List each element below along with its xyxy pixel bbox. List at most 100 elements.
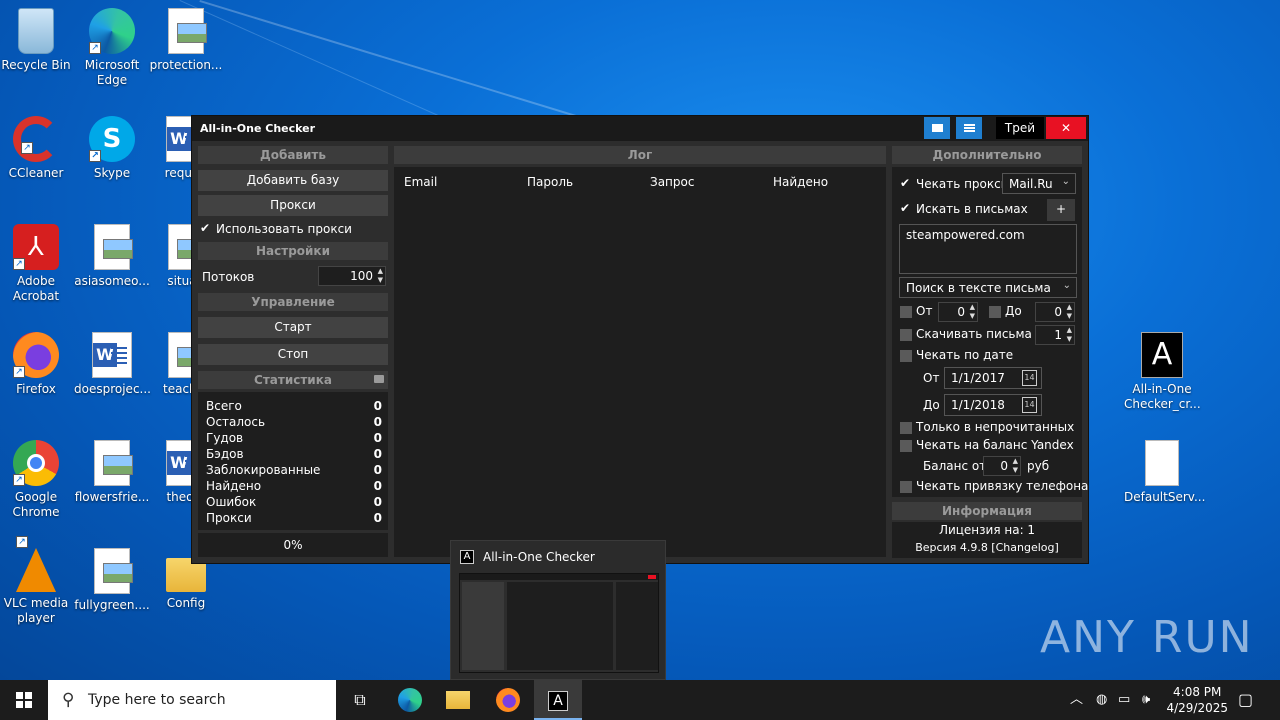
start-button[interactable]: Старт: [198, 317, 388, 338]
add-search-button[interactable]: +: [1047, 199, 1075, 221]
tray-network-vpn[interactable]: ◍: [1096, 680, 1107, 720]
stat-row: Гудов 0: [206, 431, 382, 445]
desktop-icon-google-chrome[interactable]: ↗ Google Chrome: [0, 440, 74, 520]
taskbar-clock[interactable]: 4:08 PM 4/29/2025: [1166, 684, 1228, 716]
log-table[interactable]: Email Пароль Запрос Найдено: [394, 167, 886, 557]
start-button[interactable]: [0, 680, 48, 720]
download-letters-label: Скачивать письма: [916, 327, 1032, 341]
search-letters-label: Искать в письмах: [916, 202, 1028, 216]
to-stepper[interactable]: 0 ▲ ▼: [1035, 302, 1075, 322]
taskbar-edge[interactable]: [386, 680, 434, 720]
version-text[interactable]: Версия 4.9.8 [Changelog]: [892, 541, 1082, 554]
show-hidden-icons[interactable]: ︿: [1070, 680, 1083, 720]
firefox-icon: ↗: [13, 332, 59, 378]
desktop-icon-fullygreen[interactable]: fullygreen....: [74, 548, 150, 613]
proxy-button[interactable]: Прокси: [198, 195, 388, 216]
edge-icon: [398, 688, 422, 712]
threads-stepper[interactable]: 100 ▲ ▼: [318, 266, 386, 286]
taskbar-file-explorer[interactable]: [434, 680, 482, 720]
log-column-header[interactable]: Запрос: [650, 175, 694, 189]
clock-date: 4/29/2025: [1166, 701, 1228, 715]
threads-label: Потоков: [202, 270, 255, 284]
taskbar-aio-checker[interactable]: A: [534, 680, 582, 720]
use-proxy-checkbox[interactable]: [200, 221, 212, 236]
desktop-icon-microsoft-edge[interactable]: ↗ Microsoft Edge: [74, 8, 150, 88]
close-button[interactable]: ✕: [1046, 117, 1086, 139]
to-label: До: [1005, 304, 1022, 318]
folder-button[interactable]: [924, 117, 950, 139]
unread-only-label: Только в непрочитанных: [916, 420, 1075, 434]
desktop-icon-doesprojec[interactable]: W doesprojec...: [74, 332, 151, 397]
phone-binding-checkbox[interactable]: [900, 481, 912, 493]
calendar-icon[interactable]: 14: [1022, 370, 1037, 386]
provider-select[interactable]: Mail.Ru ⌄: [1002, 173, 1076, 194]
log-column-header[interactable]: Пароль: [527, 175, 573, 189]
title-bar[interactable]: All-in-One Checker Трей ✕: [192, 116, 1088, 141]
desktop-icon-firefox[interactable]: ↗ Firefox: [0, 332, 74, 397]
calendar-icon[interactable]: 14: [1022, 397, 1037, 413]
stepper-arrows-icon[interactable]: ▲ ▼: [970, 303, 975, 321]
clock-time: 4:08 PM: [1173, 685, 1222, 699]
desktop-icon-ccleaner[interactable]: ↗ CCleaner: [0, 116, 74, 181]
aio-checker-icon: A: [548, 691, 568, 711]
add-base-button[interactable]: Добавить базу: [198, 170, 388, 191]
info-panel: Лицензия на: 1 Версия 4.9.8 [Changelog]: [892, 522, 1082, 558]
skype-icon: S ↗: [89, 116, 135, 162]
check-proxy-checkbox[interactable]: [900, 176, 912, 191]
stepper-arrows-icon[interactable]: ▲ ▼: [1067, 326, 1072, 344]
download-letters-stepper[interactable]: 1 ▲ ▼: [1035, 325, 1075, 345]
tray-network[interactable]: ▭: [1118, 680, 1130, 720]
stop-button[interactable]: Стоп: [198, 344, 388, 365]
desktop-icon-defaultserv[interactable]: DefaultServ...: [1124, 440, 1205, 505]
search-icon: ⚲: [62, 690, 75, 710]
search-mode-select[interactable]: Поиск в тексте письма ⌄: [899, 277, 1077, 298]
download-letters-checkbox[interactable]: [900, 329, 912, 341]
from-stepper[interactable]: 0 ▲ ▼: [938, 302, 978, 322]
menu-button[interactable]: [956, 117, 982, 139]
edge-icon: ↗: [89, 8, 135, 54]
stat-row: Заблокированные 0: [206, 463, 382, 477]
to-checkbox[interactable]: [989, 306, 1001, 318]
yandex-balance-checkbox[interactable]: [900, 440, 912, 452]
taskbar-firefox[interactable]: [484, 680, 532, 720]
desktop-icon-skype[interactable]: S ↗ Skype: [74, 116, 150, 181]
recycle-bin-icon: [18, 8, 54, 54]
search-letters-checkbox[interactable]: [900, 201, 912, 216]
aio-checker-icon: A: [1141, 332, 1183, 378]
taskbar-search[interactable]: ⚲ Type here to search: [48, 680, 336, 720]
chevron-down-icon: ⌄: [1061, 176, 1070, 187]
desktop-icon-asiasomeo[interactable]: asiasomeo...: [74, 224, 150, 289]
stat-row: Всего 0: [206, 399, 382, 413]
camera-icon[interactable]: [374, 375, 384, 383]
desktop-icon-recycle-bin[interactable]: Recycle Bin: [0, 8, 74, 73]
log-header: Лог: [394, 146, 886, 164]
desktop-icon-protection[interactable]: protection...: [148, 8, 224, 73]
image-file-icon: [168, 8, 207, 54]
balance-stepper[interactable]: 0 ▲ ▼: [983, 456, 1021, 476]
desktop-icon-adobe-acrobat[interactable]: ⅄ ↗ Adobe Acrobat: [0, 224, 74, 304]
date-to-picker[interactable]: 1/1/2018 14: [944, 394, 1042, 416]
log-column-header[interactable]: Email: [404, 175, 437, 189]
unread-only-checkbox[interactable]: [900, 422, 912, 434]
log-column-header[interactable]: Найдено: [773, 175, 828, 189]
taskbar-thumbnail[interactable]: A All-in-One Checker: [450, 540, 666, 680]
notifications-button[interactable]: ▢: [1238, 680, 1253, 720]
date-from-picker[interactable]: 1/1/2017 14: [944, 367, 1042, 389]
tray-volume[interactable]: 🕪: [1142, 680, 1150, 720]
from-checkbox[interactable]: [900, 306, 912, 318]
progress-bar: 0%: [198, 533, 388, 557]
stepper-arrows-icon[interactable]: ▲ ▼: [378, 267, 383, 285]
check-by-date-label: Чекать по дате: [916, 348, 1014, 362]
stepper-arrows-icon[interactable]: ▲ ▼: [1013, 457, 1018, 475]
license-text: Лицензия на: 1: [938, 523, 1036, 537]
task-view-button[interactable]: ⧉: [336, 680, 384, 720]
desktop-icon-flowersfrie[interactable]: flowersfrie...: [74, 440, 150, 505]
desktop-icon-aio-checker[interactable]: A All-in-One Checker_cr...: [1124, 332, 1201, 412]
desktop-icon-vlc[interactable]: ↗ VLC media player: [0, 536, 74, 626]
vlc-icon: ↗: [16, 536, 56, 592]
tray-button[interactable]: Трей: [996, 117, 1044, 139]
check-by-date-checkbox[interactable]: [900, 350, 912, 362]
stepper-arrows-icon[interactable]: ▲ ▼: [1067, 303, 1072, 321]
search-text-field[interactable]: steampowered.com: [899, 224, 1077, 274]
folder-icon: [446, 691, 470, 709]
